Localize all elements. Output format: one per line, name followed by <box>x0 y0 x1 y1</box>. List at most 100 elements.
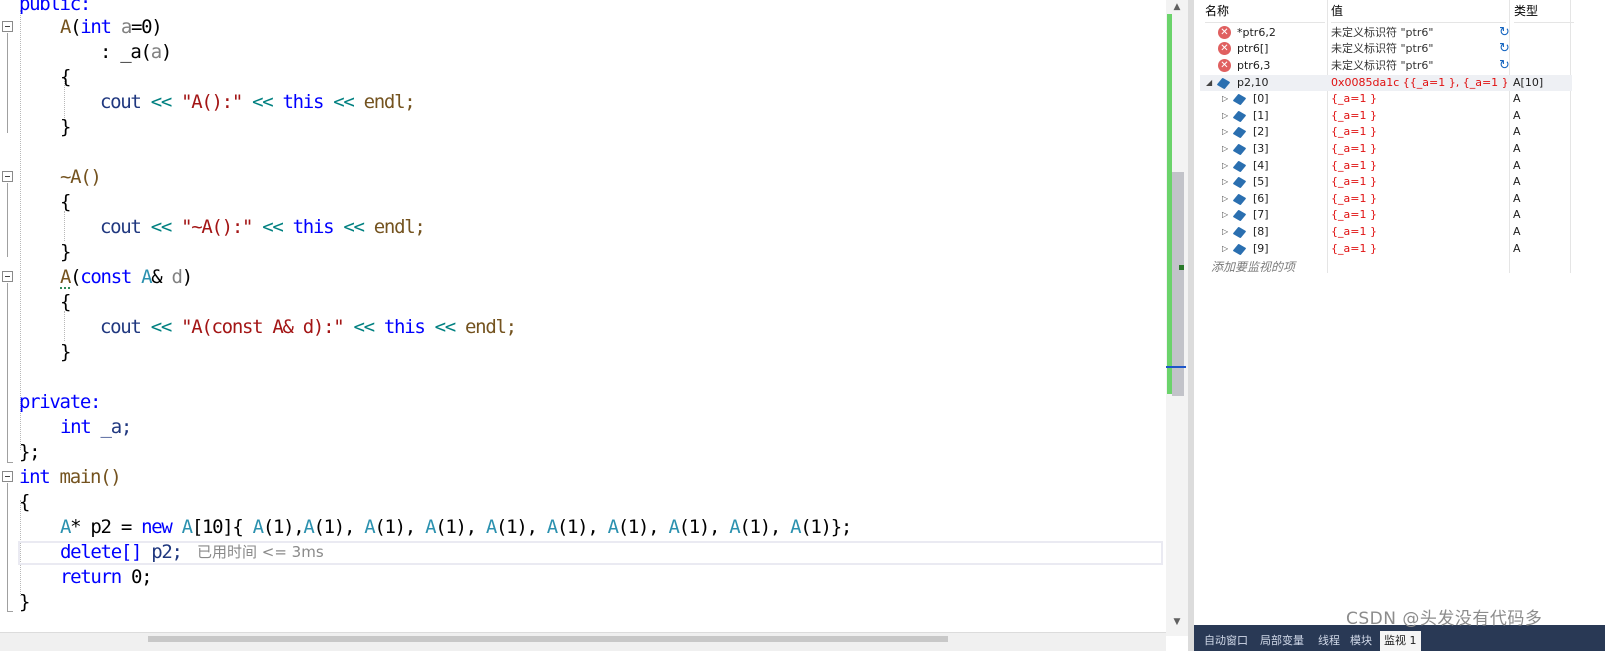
code-line-cout-dtor[interactable]: cout << "~A():" << this << endl; <box>100 215 426 240</box>
watch-row-child[interactable]: ▷ [5] {_a=1 } A <box>1200 174 1572 190</box>
collapse-icon[interactable] <box>2 271 13 282</box>
keyword: this <box>292 216 335 238</box>
column-header-value[interactable]: 值 <box>1331 0 1506 23</box>
tab-threads[interactable]: 线程 <box>1314 631 1344 651</box>
code-line-private[interactable]: private: <box>19 390 101 415</box>
code-line-cout-ctor[interactable]: cout << "A():" << this << endl; <box>100 90 416 115</box>
horizontal-scroll-thumb[interactable] <box>148 636 948 642</box>
scroll-thumb[interactable] <box>1172 172 1184 396</box>
code-line-brace[interactable]: } <box>60 240 71 265</box>
operator: << <box>262 216 284 238</box>
object-icon <box>1232 209 1247 222</box>
watch-row-child[interactable]: ▷ [8] {_a=1 } A <box>1200 224 1572 240</box>
watch-row[interactable]: ✕ ptr6,3 未定义标识符 "ptr6" ↻ <box>1200 58 1572 74</box>
code-line-brace[interactable]: { <box>60 65 71 90</box>
watch-row[interactable]: ✕ ptr6[] 未定义标识符 "ptr6" ↻ <box>1200 41 1572 57</box>
ctor-args: (1) <box>262 516 295 538</box>
expand-arrow-icon[interactable]: ▷ <box>1222 174 1228 190</box>
code-line-brace[interactable]: } <box>60 340 71 365</box>
type-name: A <box>303 516 314 538</box>
type-name: A <box>130 266 152 288</box>
tab-autos[interactable]: 自动窗口 <box>1200 631 1252 651</box>
tab-modules[interactable]: 模块 <box>1346 631 1376 651</box>
code-line-ctor[interactable]: A(int a=0) <box>60 15 163 40</box>
refresh-icon[interactable]: ↻ <box>1499 58 1510 74</box>
watch-name: [6] <box>1253 192 1269 205</box>
code-line-brace[interactable]: } <box>60 115 71 140</box>
collapse-icon[interactable] <box>2 471 13 482</box>
refresh-icon[interactable]: ↻ <box>1499 25 1510 41</box>
watch-row-child[interactable]: ▷ [9] {_a=1 } A <box>1200 241 1572 257</box>
identifier: cout <box>100 91 142 113</box>
code-line-brace[interactable]: } <box>19 590 30 615</box>
code-line-copy-ctor[interactable]: A(const A& d) <box>60 265 193 290</box>
brace: { <box>60 191 71 213</box>
watch-name: [4] <box>1253 159 1269 172</box>
code-line-class-end[interactable]: }; <box>19 440 41 465</box>
code-line-brace[interactable]: { <box>60 190 71 215</box>
expand-arrow-icon[interactable]: ▷ <box>1222 241 1228 257</box>
literal: 0; <box>120 566 153 588</box>
watch-window[interactable]: 名称 值 类型 ✕ *ptr6,2 未定义标识符 "ptr6" ↻ ✕ ptr6… <box>1188 0 1605 651</box>
error-icon: ✕ <box>1218 59 1231 72</box>
watch-row-child[interactable]: ▷ [7] {_a=1 } A <box>1200 207 1572 223</box>
code-line-brace[interactable]: { <box>60 290 71 315</box>
code-line-alloc[interactable]: A* p2 = new A[10]{ A(1),A(1), A(1), A(1)… <box>60 515 852 540</box>
vertical-scrollbar[interactable]: ▲ ▼ <box>1166 0 1188 636</box>
code-line-member[interactable]: int _a; <box>60 415 132 440</box>
keyword: new <box>141 516 173 538</box>
watch-type: A <box>1513 109 1521 122</box>
code-line-dtor[interactable]: ~A() <box>60 165 102 190</box>
code-line-return[interactable]: return 0; <box>60 565 153 590</box>
watch-row-p2[interactable]: ◢ p2,10 0x0085da1c {{_a=1 }, {_a=1 }, {_… <box>1200 75 1572 91</box>
expand-arrow-icon[interactable]: ▷ <box>1222 158 1228 174</box>
indent-guide <box>20 10 21 450</box>
fold-guide <box>7 33 8 133</box>
watch-row-child[interactable]: ▷ [1] {_a=1 } A <box>1200 108 1572 124</box>
watch-value: {_a=1 } <box>1331 142 1377 155</box>
code-line-delete[interactable]: delete[] p2; <box>60 540 183 565</box>
object-icon <box>1232 176 1247 189</box>
expand-arrow-icon[interactable]: ▷ <box>1222 108 1228 124</box>
watch-row-child[interactable]: ▷ [4] {_a=1 } A <box>1200 158 1572 174</box>
watch-row-child[interactable]: ▷ [6] {_a=1 } A <box>1200 191 1572 207</box>
collapse-icon[interactable] <box>2 171 13 182</box>
warning-squiggle <box>60 284 70 289</box>
string-literal: "A(const A& d):" <box>181 316 345 338</box>
scroll-down-icon[interactable]: ▼ <box>1172 617 1182 627</box>
collapse-arrow-icon[interactable]: ◢ <box>1206 75 1212 91</box>
watch-name: [8] <box>1253 225 1269 238</box>
watch-row-child[interactable]: ▷ [2] {_a=1 } A <box>1200 124 1572 140</box>
expand-arrow-icon[interactable]: ▷ <box>1222 141 1228 157</box>
code-line-init[interactable]: : _a(a) <box>100 40 172 65</box>
code-line-brace[interactable]: { <box>19 490 30 515</box>
tab-watch-1[interactable]: 监视 1 <box>1380 631 1421 651</box>
expand-arrow-icon[interactable]: ▷ <box>1222 191 1228 207</box>
watch-row[interactable]: ✕ *ptr6,2 未定义标识符 "ptr6" ↻ <box>1200 25 1572 41</box>
add-watch-item[interactable]: 添加要监视的项 <box>1211 258 1295 275</box>
identifier: p2; <box>141 541 183 563</box>
watch-name: ptr6[] <box>1237 42 1269 55</box>
expand-arrow-icon[interactable]: ▷ <box>1222 207 1228 223</box>
keyword: int <box>60 416 92 438</box>
expand-arrow-icon[interactable]: ▷ <box>1222 224 1228 240</box>
param: a <box>110 16 132 38</box>
refresh-icon[interactable]: ↻ <box>1499 41 1510 57</box>
code-line-main[interactable]: int main() <box>19 465 122 490</box>
code-line-cout-copy[interactable]: cout << "A(const A& d):" << this << endl… <box>100 315 517 340</box>
expand-arrow-icon[interactable]: ▷ <box>1222 124 1228 140</box>
collapse-icon[interactable] <box>2 21 13 32</box>
column-header-name[interactable]: 名称 <box>1205 0 1325 23</box>
tab-locals[interactable]: 局部变量 <box>1256 631 1308 651</box>
watch-row-child[interactable]: ▷ [0] {_a=1 } A <box>1200 91 1572 107</box>
horizontal-scrollbar[interactable] <box>0 632 1166 651</box>
code-editor[interactable]: public: A(int a=0) : _a(a) { cout << "A(… <box>0 0 1188 651</box>
operator: << <box>333 91 355 113</box>
expand-arrow-icon[interactable]: ▷ <box>1222 91 1228 107</box>
ctor-args: (1) <box>313 516 346 538</box>
watch-name: p2,10 <box>1237 76 1269 89</box>
column-header-type[interactable]: 类型 <box>1514 0 1574 23</box>
watch-row-child[interactable]: ▷ [3] {_a=1 } A <box>1200 141 1572 157</box>
type-name: A <box>546 516 558 538</box>
scroll-up-icon[interactable]: ▲ <box>1172 2 1182 12</box>
